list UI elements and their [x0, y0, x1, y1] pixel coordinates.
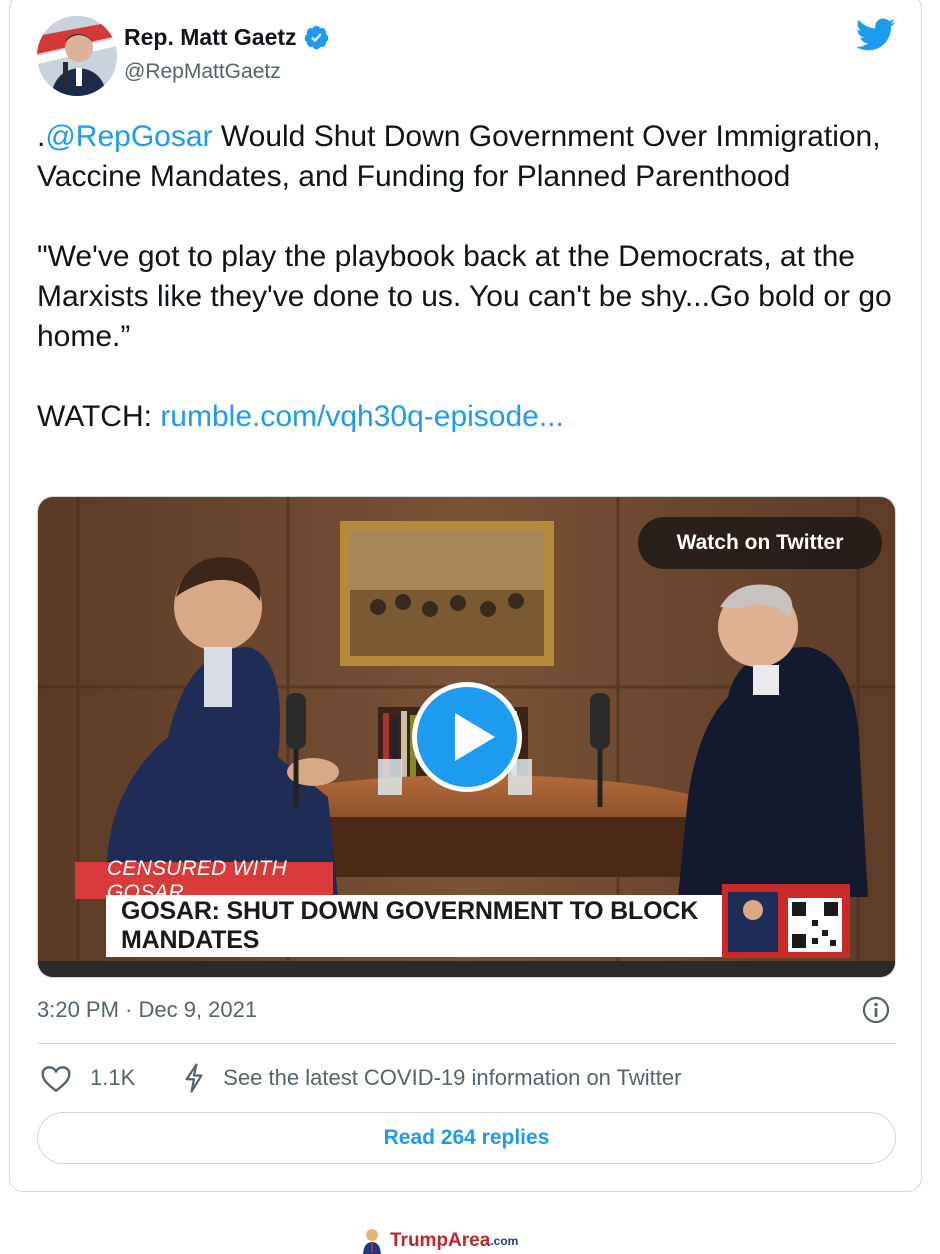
play-icon[interactable] [412, 682, 522, 792]
like-count: 1.1K [90, 1065, 136, 1090]
author-name[interactable]: Rep. Matt Gaetz [124, 24, 297, 51]
tweet-text: .@RepGosar Would Shut Down Government Ov… [37, 117, 907, 437]
lower-third-qr-panel [722, 884, 850, 958]
footer-watermark: TrumpArea .com [360, 1228, 518, 1254]
author-avatar[interactable] [37, 16, 117, 96]
watch-line: WATCH: rumble.com/vqh30q-episode... [37, 397, 907, 437]
tweet-quote: "We've got to play the playbook back at … [37, 240, 892, 353]
footer-tld: .com [490, 1234, 519, 1248]
rumble-link[interactable]: rumble.com/vqh30q-episode... [160, 400, 564, 433]
covid-info-link[interactable]: See the latest COVID-19 information on T… [181, 1062, 681, 1094]
mention-link[interactable]: @RepGosar [45, 120, 212, 153]
covid-info-text: See the latest COVID-19 information on T… [223, 1065, 682, 1090]
author-name-row[interactable]: Rep. Matt Gaetz [124, 24, 330, 51]
lightning-icon [185, 1063, 203, 1093]
tweet-timestamp[interactable]: 3:20 PM · Dec 9, 2021 [37, 997, 257, 1023]
footer-brand: TrumpArea [390, 1230, 491, 1251]
action-bar: 1.1K See the latest COVID-19 information… [40, 1062, 681, 1094]
watch-label: WATCH: [37, 400, 161, 433]
lower-third-headline: GOSAR: SHUT DOWN GOVERNMENT TO BLOCK MAN… [106, 895, 726, 957]
watch-on-twitter-button[interactable]: Watch on Twitter [638, 517, 882, 569]
read-replies-button[interactable]: Read 264 replies [37, 1112, 896, 1164]
lower-third-tag: CENSURED WITH GOSAR [75, 857, 333, 904]
like-button[interactable]: 1.1K [40, 1063, 135, 1093]
heart-icon [41, 1066, 71, 1093]
author-handle[interactable]: @RepMattGaetz [124, 60, 281, 84]
trump-figure-icon [363, 1229, 381, 1254]
twitter-bird-icon[interactable] [856, 18, 896, 52]
verified-badge-icon [304, 25, 328, 50]
info-icon[interactable] [861, 995, 891, 1025]
divider [37, 1043, 896, 1044]
tweet-headline: .@RepGosar Would Shut Down Government Ov… [37, 117, 907, 197]
